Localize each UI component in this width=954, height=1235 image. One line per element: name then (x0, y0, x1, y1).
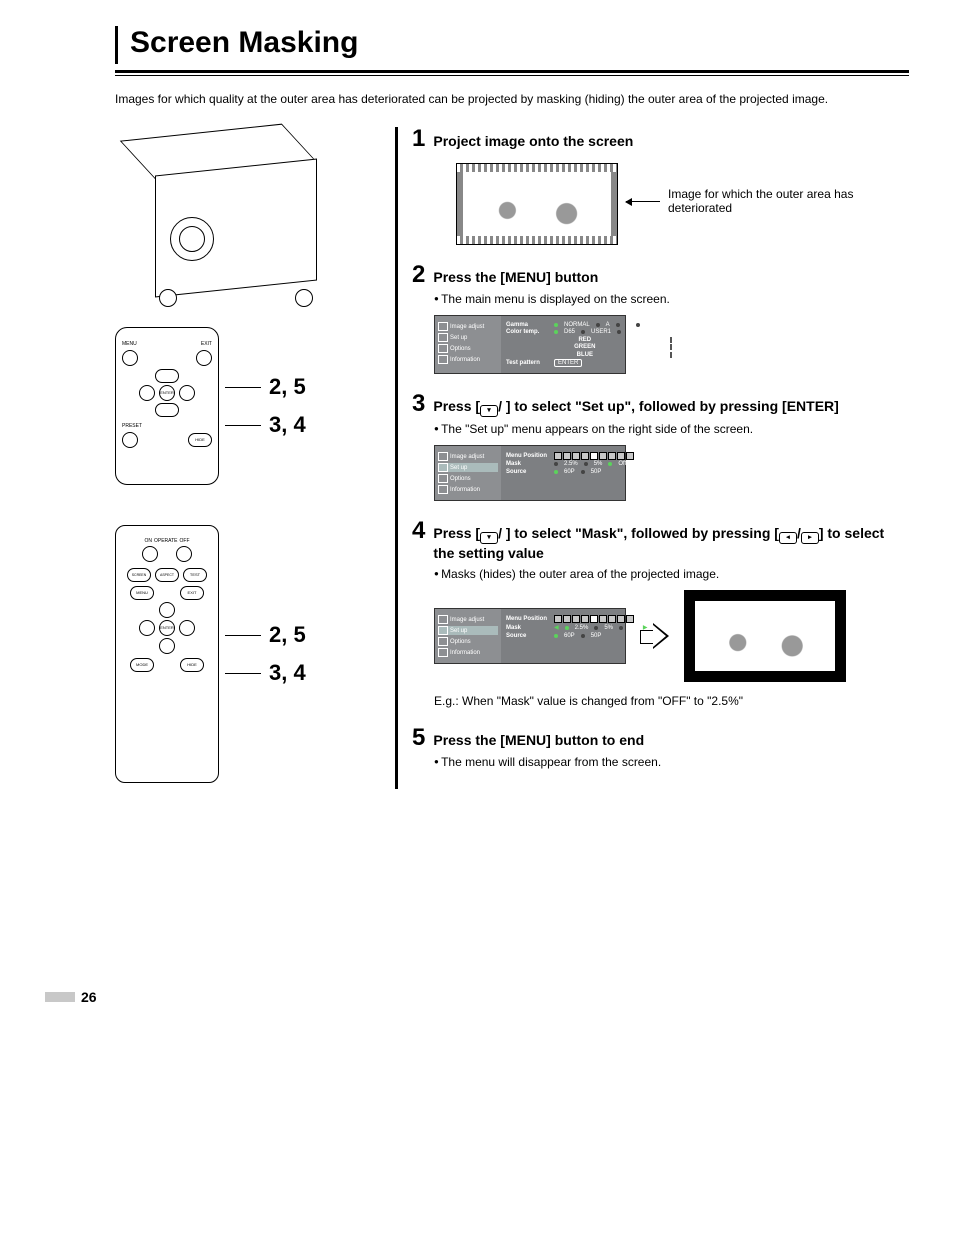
osd-mask-menu: Image adjust Set up Options Information … (434, 608, 626, 664)
step-number-1: 1 (412, 127, 425, 151)
column-divider (395, 127, 398, 788)
step-1-head: Project image onto the screen (433, 132, 909, 150)
step-5-head: Press the [MENU] button to end (433, 731, 909, 749)
right-key-icon: ▸ (801, 532, 819, 544)
step-2-bullet: The main menu is displayed on the screen… (434, 291, 909, 307)
remote-illustration: ONOPERATEOFF SCREEN ASPECT TEST MENU EXI… (115, 525, 395, 783)
step-number-3: 3 (412, 392, 425, 416)
intro-text: Images for which quality at the outer ar… (115, 91, 909, 107)
arrow-right-icon (640, 621, 670, 651)
step-4-head: Press [▾/ ] to select "Mask", followed b… (433, 524, 909, 562)
step-2-head: Press the [MENU] button (433, 268, 909, 286)
arrow-left-icon (626, 201, 660, 202)
step-4-bullet: Masks (hides) the outer area of the proj… (434, 566, 909, 582)
page-title: Screen Masking (120, 26, 909, 64)
cursor-key-icon: ▾ (480, 532, 498, 544)
title-underline (115, 70, 909, 76)
remote-callout-3-4: 3, 4 (261, 660, 306, 686)
left-key-icon: ◂ (779, 532, 797, 544)
step-number-4: 4 (412, 519, 425, 543)
control-panel-illustration: MENUEXIT ENTER PRESET HIDE 2, 5 3, 4 (115, 327, 395, 485)
callout-3-4: 3, 4 (261, 412, 306, 438)
projected-image-deteriorated (456, 163, 618, 245)
step-1-caption: Image for which the outer area has deter… (668, 187, 868, 215)
cursor-key-icon: ▾ (480, 405, 498, 417)
osd-main-menu: Image adjust Set up Options Information … (434, 315, 626, 374)
osd-setup-menu: Image adjust Set up Options Information … (434, 445, 626, 501)
step-number-5: 5 (412, 726, 425, 750)
step-3-head: Press [▾/ ] to select "Set up", followed… (433, 397, 909, 417)
remote-callout-2-5: 2, 5 (261, 622, 306, 648)
page-number: 26 (45, 989, 909, 1005)
step-4-note: E.g.: When "Mask" value is changed from … (434, 694, 909, 708)
projected-image-masked (684, 590, 846, 682)
callout-2-5: 2, 5 (261, 374, 306, 400)
step-5-bullet: The menu will disappear from the screen. (434, 754, 909, 770)
step-3-bullet: The "Set up" menu appears on the right s… (434, 421, 909, 437)
projector-illustration (115, 127, 335, 307)
step-number-2: 2 (412, 263, 425, 287)
